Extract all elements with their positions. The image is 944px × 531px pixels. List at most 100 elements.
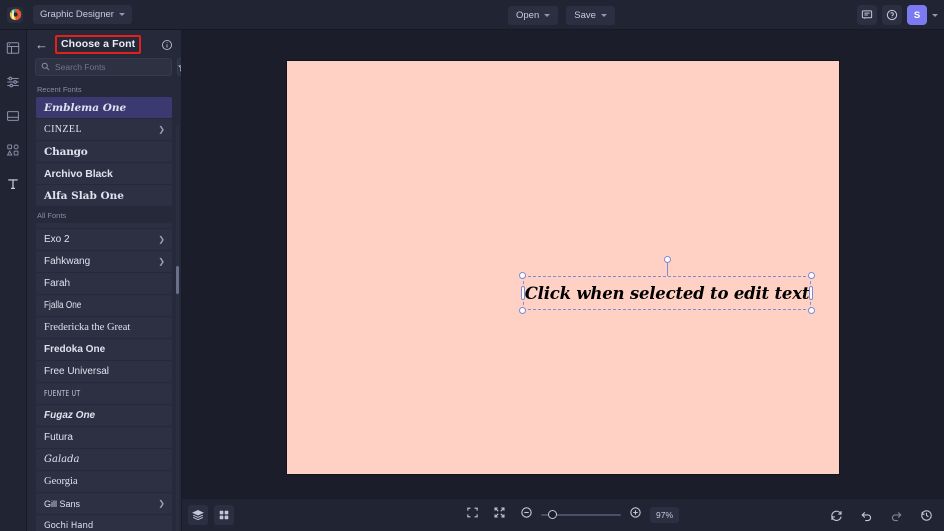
font-row[interactable]: CINZEL ❯ [36,119,172,140]
font-row-label: Fredoka One [44,344,106,355]
font-row[interactable]: Fahkwang ❯ [36,251,172,272]
open-button[interactable]: Open [508,5,559,25]
font-panel-header: ← Choose a Font [27,30,181,58]
redo-icon[interactable] [886,505,906,525]
text-element[interactable]: Click when selected to edit text [519,256,815,314]
reset-icon[interactable] [826,505,846,525]
zoom-out-icon[interactable] [520,506,533,524]
font-row[interactable]: Exo 2 ❯ [36,229,172,250]
font-row[interactable]: Farah [36,273,172,294]
font-row[interactable]: Fredericka the Great [36,317,172,338]
resize-handle-top-left[interactable] [519,272,526,279]
rail-item-templates[interactable] [3,40,23,60]
canvas-text-content[interactable]: Click when selected to edit text [523,276,811,310]
font-row-label: Georgia [44,476,78,487]
font-row[interactable]: Free Universal [36,361,172,382]
shapes-elements-icon [6,143,20,162]
chat-bubble-icon[interactable] [857,5,877,25]
rotate-handle[interactable] [663,256,671,263]
resize-handle-bottom-right[interactable] [808,307,815,314]
resize-handle-right[interactable] [809,286,813,300]
font-row[interactable]: Futura [36,427,172,448]
font-row-label: Galada [44,454,80,465]
top-center-actions: Open Save [508,0,615,30]
font-row-label: Fugaz One [44,410,96,421]
chevron-right-icon[interactable]: ❯ [158,499,165,508]
chevron-right-icon[interactable]: ❯ [158,257,165,266]
info-circle-icon[interactable] [161,38,173,56]
font-row[interactable]: Fredoka One [36,339,172,360]
font-search-row [27,58,181,83]
font-row-label: Gill Sans [44,498,81,509]
font-row[interactable]: Gill Sans ❯ [36,493,172,514]
top-bar: Graphic Designer Open Save S [0,0,944,30]
history-icon[interactable] [916,505,936,525]
font-row-label: Fahkwang [44,256,91,267]
font-row-label: Emblema One [44,101,127,114]
search-icon [41,58,50,76]
chevron-right-icon[interactable]: ❯ [158,235,165,244]
font-row[interactable]: Alfa Slab One [36,185,172,206]
design-canvas[interactable]: Click when selected to edit text [287,61,839,474]
font-row[interactable]: Archivo Black [36,163,172,184]
canvas-area[interactable]: Click when selected to edit text [182,30,944,498]
save-button[interactable]: Save [566,5,615,25]
font-row[interactable]: Galada [36,449,172,470]
resize-handle-bottom-left[interactable] [519,307,526,314]
search-input[interactable] [55,62,166,72]
font-row[interactable]: Emblema One [36,97,172,118]
font-row-label: Fjalla One [44,300,82,311]
zoom-level-badge[interactable]: 97% [650,507,680,523]
font-row[interactable]: Gochi Hand [36,515,172,531]
font-row[interactable]: FUENTE UT [36,383,172,404]
recent-fonts-label: Recent Fonts [37,85,82,94]
font-row-label: FUENTE UT [44,389,81,398]
chevron-right-icon[interactable]: ❯ [158,125,165,134]
layers-icon[interactable] [188,505,208,525]
font-row[interactable]: Fjalla One [36,295,172,316]
search-box[interactable] [35,58,172,76]
brand-b-logo-icon[interactable] [7,6,23,23]
save-button-label: Save [574,9,596,21]
history-controls [820,505,936,525]
text-type-icon [6,177,20,196]
document-name-dropdown[interactable]: Graphic Designer [33,5,132,24]
logo-wrap [0,6,30,23]
font-row-partial[interactable] [36,223,172,228]
rail-item-elements[interactable] [3,142,23,162]
font-row-label: Alfa Slab One [44,189,124,202]
rail-item-layout[interactable] [3,108,23,128]
font-list-scrollbar[interactable] [176,266,179,294]
font-row[interactable]: Georgia [36,471,172,492]
layout-frame-icon [6,109,20,128]
document-name-label: Graphic Designer [40,9,114,20]
back-arrow-icon[interactable]: ← [35,38,48,51]
left-icon-rail [0,30,27,531]
zoom-in-icon[interactable] [629,506,642,524]
expand-icon[interactable] [493,506,506,524]
rail-item-text[interactable] [3,176,23,196]
user-avatar[interactable]: S [907,5,927,25]
font-row-label: Free Universal [44,366,110,377]
resize-handle-top-right[interactable] [808,272,815,279]
zoom-slider-knob[interactable] [548,510,557,519]
font-row-label: Farah [44,278,71,289]
rail-item-adjust[interactable] [3,74,23,94]
fit-to-screen-icon[interactable] [466,506,479,524]
font-row-label: Archivo Black [44,167,113,180]
grid-icon[interactable] [214,505,234,525]
font-row[interactable]: Fugaz One [36,405,172,426]
chevron-down-icon [600,13,607,17]
chevron-down-icon [544,13,551,17]
zoom-slider[interactable] [541,510,621,519]
chevron-down-icon[interactable] [932,13,938,17]
help-circle-icon[interactable] [882,5,902,25]
font-panel: ← Choose a Font Search Fonts Recent Font… [27,30,182,531]
sliders-adjust-icon [6,75,20,94]
font-list-scroll-track[interactable] [176,125,179,531]
font-row[interactable]: Chango [36,141,172,162]
bottom-bar: 97% [182,498,944,531]
undo-icon[interactable] [856,505,876,525]
resize-handle-left[interactable] [521,286,525,300]
image-template-icon [6,41,20,60]
